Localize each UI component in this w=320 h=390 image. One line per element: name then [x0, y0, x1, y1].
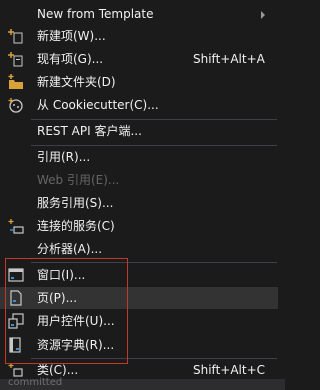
context-menu: New from Template 新建项(W)... 现有项(G)... Sh… — [0, 0, 285, 390]
connected-service-icon — [8, 218, 24, 234]
menu-item-label: 引用(R)... — [37, 150, 91, 164]
background-text: committed — [8, 377, 63, 388]
menu-item-new-folder[interactable]: 新建文件夹(D) — [0, 71, 285, 93]
annotation-highlight-box — [5, 258, 128, 364]
submenu-arrow-icon — [261, 11, 265, 19]
menu-item-label: 现有项(G)... — [37, 52, 104, 66]
new-folder-icon — [8, 74, 24, 90]
existing-item-icon — [8, 51, 24, 67]
menu-item-rest-api-client[interactable]: REST API 客户端... — [0, 120, 285, 142]
menu-item-label: 分析器(A)... — [37, 242, 103, 256]
menu-item-label: New from Template — [37, 7, 154, 21]
menu-item-label: 连接的服务(C) — [37, 219, 115, 233]
new-item-icon — [8, 28, 24, 44]
menu-item-label: 服务引用(S)... — [37, 196, 114, 210]
menu-item-existing-item[interactable]: 现有项(G)... Shift+Alt+A — [0, 48, 285, 70]
menu-item-from-cookiecutter[interactable]: 从 Cookiecutter(C)... — [0, 94, 285, 116]
menu-scrollbar[interactable] — [278, 0, 285, 390]
cookiecutter-icon — [8, 97, 24, 113]
menu-item-label: REST API 客户端... — [37, 124, 142, 138]
background-strip: committed — [0, 377, 285, 390]
menu-item-new-from-template[interactable]: New from Template — [0, 3, 285, 25]
menu-item-new-item[interactable]: 新建项(W)... — [0, 25, 285, 47]
menu-item-label: 新建项(W)... — [37, 29, 106, 43]
menu-item-label: Web 引用(E)... — [37, 173, 120, 187]
menu-item-web-reference: Web 引用(E)... — [0, 169, 285, 191]
menu-item-shortcut: Shift+Alt+A — [193, 52, 265, 66]
menu-item-analyzer[interactable]: 分析器(A)... — [0, 238, 285, 260]
menu-item-shortcut: Shift+Alt+C — [193, 363, 266, 377]
menu-item-reference[interactable]: 引用(R)... — [0, 146, 285, 168]
class-icon — [8, 362, 24, 378]
menu-item-label: 从 Cookiecutter(C)... — [37, 98, 159, 112]
menu-item-service-reference[interactable]: 服务引用(S)... — [0, 192, 285, 214]
menu-item-connected-service[interactable]: 连接的服务(C) — [0, 215, 285, 237]
menu-item-label: 新建文件夹(D) — [37, 75, 116, 89]
